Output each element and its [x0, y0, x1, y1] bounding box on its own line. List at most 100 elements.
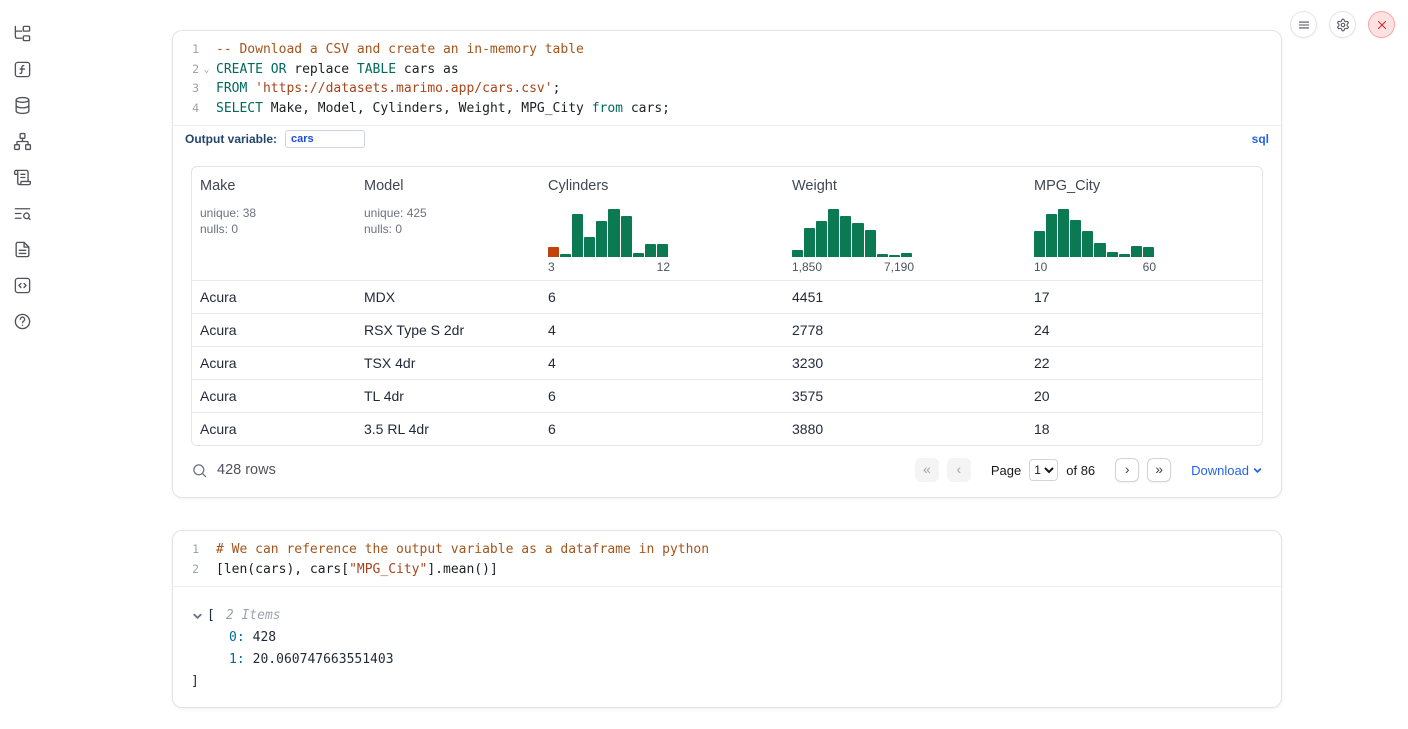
- sql-cell: 1 -- Download a CSV and create an in-memo…: [172, 30, 1282, 498]
- documentation-icon[interactable]: [11, 238, 33, 260]
- histogram-bar[interactable]: [608, 209, 619, 258]
- code-token: from: [592, 101, 623, 116]
- code-token: cars;: [623, 101, 670, 116]
- table-row[interactable]: Acura3.5 RL 4dr6388018: [192, 412, 1262, 445]
- range-min-label: 10: [1034, 260, 1047, 274]
- histogram-bar[interactable]: [572, 214, 583, 258]
- language-badge[interactable]: sql: [1252, 132, 1269, 146]
- histogram-bar[interactable]: [584, 237, 595, 258]
- help-icon[interactable]: [11, 310, 33, 332]
- collapse-chevron-icon[interactable]: [192, 611, 203, 622]
- code-line: 3FROM 'https://datasets.marimo.app/cars.…: [173, 79, 1281, 99]
- logs-icon[interactable]: [11, 202, 33, 224]
- histogram-bar[interactable]: [865, 230, 876, 257]
- menu-button[interactable]: [1290, 11, 1317, 38]
- download-button[interactable]: Download: [1191, 463, 1263, 478]
- code-text: CREATE OR replace TABLE cars as: [214, 60, 459, 80]
- histogram-bar[interactable]: [1058, 209, 1069, 258]
- histogram-bar[interactable]: [1070, 220, 1081, 257]
- histogram-bar[interactable]: [657, 244, 668, 258]
- table-row[interactable]: AcuraRSX Type S 2dr4277824: [192, 313, 1262, 346]
- table-body: AcuraMDX6445117AcuraRSX Type S 2dr427782…: [192, 280, 1262, 445]
- histogram-bar[interactable]: [596, 221, 607, 257]
- column-header-mpg_city[interactable]: MPG_City1060: [1026, 167, 1262, 280]
- histogram-bar[interactable]: [828, 209, 839, 258]
- column-header-make[interactable]: Makeunique: 38nulls: 0: [192, 167, 356, 280]
- code-token: TABLE: [357, 62, 396, 77]
- code-text: -- Download a CSV and create an in-memor…: [214, 40, 584, 60]
- code-line: 2⌄CREATE OR replace TABLE cars as: [173, 60, 1281, 80]
- table-row[interactable]: AcuraMDX6445117: [192, 280, 1262, 313]
- histogram-bar[interactable]: [889, 255, 900, 257]
- code-token: -- Download a CSV and create an in-memor…: [216, 42, 584, 57]
- histogram-bar[interactable]: [1119, 254, 1130, 257]
- page-select[interactable]: 1: [1029, 459, 1058, 481]
- histogram-bar[interactable]: [840, 216, 851, 258]
- histogram-bar[interactable]: [560, 254, 571, 257]
- output-item-value: 428: [253, 630, 276, 645]
- fold-indicator-icon[interactable]: ⌄: [199, 60, 214, 80]
- histogram-bar[interactable]: [645, 244, 656, 258]
- histogram-bar[interactable]: [816, 221, 827, 257]
- table-cell: MDX: [356, 289, 540, 305]
- python-cell: 1# We can reference the output variable …: [172, 530, 1282, 708]
- table-cell: 17: [1026, 289, 1262, 305]
- first-page-button[interactable]: «: [915, 458, 939, 482]
- output-item: 0:428: [173, 627, 1281, 649]
- dependency-graph-icon[interactable]: [11, 130, 33, 152]
- settings-button[interactable]: [1329, 11, 1356, 38]
- python-code-editor[interactable]: 1# We can reference the output variable …: [173, 531, 1281, 586]
- table-cell: 4451: [784, 289, 1026, 305]
- table-cell: 20: [1026, 388, 1262, 404]
- notebook-actions: [1290, 11, 1395, 38]
- sql-code-editor[interactable]: 1-- Download a CSV and create an in-memo…: [173, 31, 1281, 125]
- table-cell: 3575: [784, 388, 1026, 404]
- table-row[interactable]: AcuraTL 4dr6357520: [192, 379, 1262, 412]
- code-text: FROM 'https://datasets.marimo.app/cars.c…: [214, 79, 560, 99]
- column-header-cylinders[interactable]: Cylinders312: [540, 167, 784, 280]
- output-variable-input[interactable]: [285, 130, 365, 148]
- column-name: Make: [200, 178, 348, 194]
- column-header-model[interactable]: Modelunique: 425nulls: 0: [356, 167, 540, 280]
- list-items-count: 2 Items: [226, 605, 281, 627]
- list-entries: 0:4281:20.060747663551403: [173, 627, 1281, 671]
- data-sources-icon[interactable]: [11, 94, 33, 116]
- table-cell: 4: [540, 322, 784, 338]
- histogram-bar[interactable]: [1107, 252, 1118, 257]
- previous-page-button[interactable]: ‹: [947, 458, 971, 482]
- histogram-bar[interactable]: [901, 253, 912, 257]
- table-cell: TSX 4dr: [356, 355, 540, 371]
- column-header-weight[interactable]: Weight1,8507,190: [784, 167, 1026, 280]
- list-open-bracket: [: [207, 605, 215, 627]
- histogram-bar[interactable]: [804, 228, 815, 257]
- variables-icon[interactable]: [11, 58, 33, 80]
- histogram-bar[interactable]: [1131, 246, 1142, 257]
- table-cell: 22: [1026, 355, 1262, 371]
- histogram-bar[interactable]: [852, 223, 863, 257]
- histogram-bar[interactable]: [621, 216, 632, 258]
- histogram-bar[interactable]: [633, 253, 644, 257]
- file-explorer-icon[interactable]: [11, 22, 33, 44]
- histogram-bar[interactable]: [877, 254, 888, 257]
- snippets-icon[interactable]: [11, 274, 33, 296]
- histogram-bar[interactable]: [1046, 214, 1057, 258]
- histogram-bar[interactable]: [1094, 243, 1105, 258]
- table-cell: 6: [540, 421, 784, 437]
- line-number: 2: [173, 60, 199, 80]
- cell-output-list: [ 2 Items 0:4281:20.060747663551403 ]: [173, 586, 1281, 707]
- column-name: Weight: [792, 178, 1018, 194]
- histogram-bar[interactable]: [792, 250, 803, 257]
- code-text: [len(cars), cars["MPG_City"].mean()]: [214, 560, 498, 580]
- search-icon[interactable]: [191, 462, 208, 479]
- range-min-label: 1,850: [792, 260, 822, 274]
- histogram-bar[interactable]: [1082, 231, 1093, 257]
- scratchpad-icon[interactable]: [11, 166, 33, 188]
- table-row[interactable]: AcuraTSX 4dr4323022: [192, 346, 1262, 379]
- column-stat: nulls: 0: [200, 221, 348, 237]
- histogram-bar[interactable]: [1143, 247, 1154, 257]
- next-page-button[interactable]: ›: [1115, 458, 1139, 482]
- last-page-button[interactable]: »: [1147, 458, 1171, 482]
- shutdown-button[interactable]: [1368, 11, 1395, 38]
- histogram-bar[interactable]: [1034, 231, 1045, 257]
- histogram-bar[interactable]: [548, 247, 559, 257]
